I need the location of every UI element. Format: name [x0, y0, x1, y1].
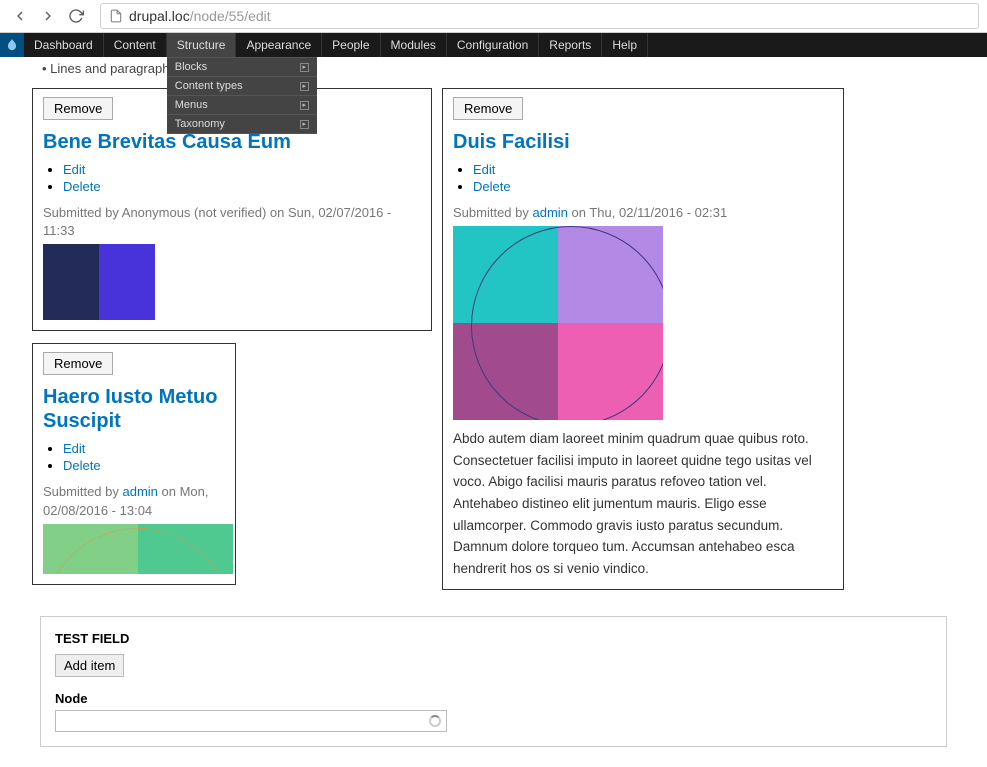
node-title-link[interactable]: Haero Iusto Metuo Suscipit: [43, 385, 225, 433]
delete-link[interactable]: Delete: [473, 179, 511, 194]
admin-menu-people[interactable]: People: [322, 33, 380, 57]
edit-link[interactable]: Edit: [63, 162, 85, 177]
add-item-button[interactable]: Add item: [55, 654, 124, 677]
submenu-taxonomy[interactable]: Taxonomy▸: [167, 115, 317, 134]
admin-menu-reports[interactable]: Reports: [539, 33, 602, 57]
admin-menu-configuration[interactable]: Configuration: [447, 33, 539, 57]
admin-menu-modules[interactable]: Modules: [381, 33, 447, 57]
node-card: Remove Duis Facilisi Edit Delete Submitt…: [442, 88, 844, 590]
chevron-right-icon: ▸: [300, 101, 309, 110]
drupal-logo-icon[interactable]: [0, 33, 24, 57]
submenu-menus[interactable]: Menus▸: [167, 96, 317, 115]
chevron-right-icon: ▸: [300, 82, 309, 91]
node-title-link[interactable]: Duis Facilisi: [453, 130, 833, 154]
back-button[interactable]: [8, 4, 32, 28]
submenu-blocks[interactable]: Blocks▸: [167, 58, 317, 77]
browser-toolbar: drupal.loc/node/55/edit: [0, 0, 987, 33]
admin-menu-appearance[interactable]: Appearance: [236, 33, 322, 57]
edit-link[interactable]: Edit: [63, 441, 85, 456]
forward-button[interactable]: [36, 4, 60, 28]
delete-link[interactable]: Delete: [63, 179, 101, 194]
node-image: [43, 244, 155, 320]
byline: Submitted by admin on Mon, 02/08/2016 - …: [43, 483, 225, 519]
byline: Submitted by admin on Thu, 02/11/2016 - …: [453, 204, 833, 222]
node-card: Remove Haero Iusto Metuo Suscipit Edit D…: [32, 343, 236, 584]
url-text: drupal.loc/node/55/edit: [129, 8, 271, 24]
user-link[interactable]: admin: [533, 205, 568, 220]
field-label: TEST FIELD: [55, 631, 932, 646]
user-link[interactable]: admin: [123, 484, 158, 499]
admin-menu-content[interactable]: Content: [104, 33, 167, 57]
byline: Submitted by Anonymous (not verified) on…: [43, 204, 421, 240]
reload-button[interactable]: [64, 4, 88, 28]
admin-menu-help[interactable]: Help: [602, 33, 648, 57]
admin-menu-dashboard[interactable]: Dashboard: [24, 33, 104, 57]
node-image: [453, 226, 663, 420]
test-field-wrapper: TEST FIELD Add item Node: [40, 616, 947, 747]
referenced-nodes: Remove Bene Brevitas Causa Eum Edit Dele…: [0, 80, 987, 602]
admin-menu-structure[interactable]: Structure Blocks▸ Content types▸ Menus▸ …: [167, 33, 237, 57]
node-body: Abdo autem diam laoreet minim quadrum qu…: [453, 428, 833, 579]
format-hint: Lines and paragraphs break automatically…: [0, 57, 987, 80]
node-label: Node: [55, 691, 932, 706]
structure-submenu: Blocks▸ Content types▸ Menus▸ Taxonomy▸: [167, 57, 317, 134]
node-image: [43, 524, 233, 574]
remove-button[interactable]: Remove: [43, 352, 113, 375]
chevron-right-icon: ▸: [300, 120, 309, 129]
admin-toolbar: Dashboard Content Structure Blocks▸ Cont…: [0, 33, 987, 57]
address-bar[interactable]: drupal.loc/node/55/edit: [100, 3, 979, 29]
page-icon: [109, 9, 123, 23]
edit-link[interactable]: Edit: [473, 162, 495, 177]
chevron-right-icon: ▸: [300, 63, 309, 72]
delete-link[interactable]: Delete: [63, 458, 101, 473]
page-content: Lines and paragraphs break automatically…: [0, 57, 987, 767]
remove-button[interactable]: Remove: [453, 97, 523, 120]
remove-button[interactable]: Remove: [43, 97, 113, 120]
submenu-content-types[interactable]: Content types▸: [167, 77, 317, 96]
